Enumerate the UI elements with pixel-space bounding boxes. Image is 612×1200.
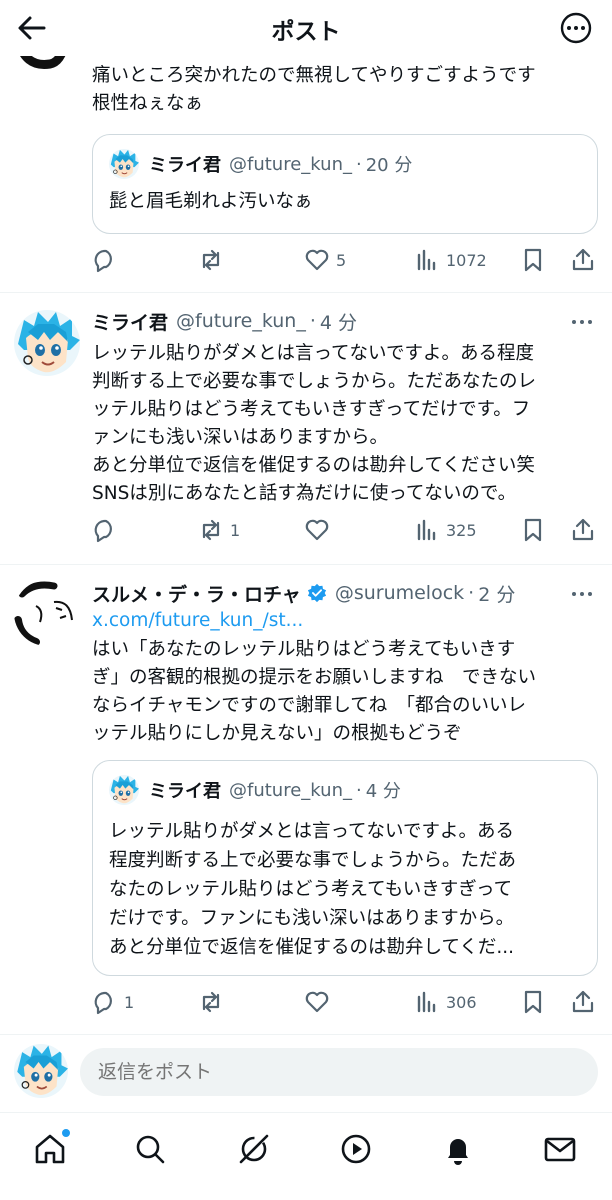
quote-timestamp: 4 分 bbox=[365, 781, 401, 802]
reply-icon bbox=[94, 519, 112, 543]
divider bbox=[0, 1034, 612, 1035]
bookmark-button[interactable] bbox=[520, 514, 546, 546]
quote-text: レッテル貼りがダメとは言ってないですよ。ある 程度判断する上で必要な事でしょうか… bbox=[109, 821, 517, 958]
mail-icon bbox=[544, 1137, 576, 1162]
tweet-text: 痛いところ突かれたので無視してやりすごすようです 根性ねぇなぁ bbox=[92, 65, 536, 114]
avatar bbox=[14, 1044, 68, 1098]
bottom-tab-bar bbox=[0, 1112, 612, 1200]
play-icon bbox=[341, 1134, 371, 1164]
tweet-menu-icon[interactable] bbox=[568, 584, 596, 604]
author-handle[interactable]: @future_kun_ bbox=[176, 310, 306, 332]
reply-composer bbox=[0, 1042, 612, 1104]
share-icon bbox=[572, 518, 594, 541]
separator-dot: · bbox=[355, 153, 362, 175]
reply-button[interactable] bbox=[92, 514, 124, 546]
search-icon bbox=[136, 1135, 165, 1164]
share-button[interactable] bbox=[570, 244, 596, 276]
share-button[interactable] bbox=[570, 986, 596, 1018]
home-tab[interactable] bbox=[32, 1129, 72, 1171]
search-tab[interactable] bbox=[132, 1131, 172, 1171]
views-button[interactable]: 325 bbox=[414, 514, 477, 546]
retweet-icon bbox=[202, 519, 220, 541]
reply-button[interactable]: 1 bbox=[92, 986, 134, 1018]
retweet-button[interactable] bbox=[198, 244, 230, 276]
grok-tab[interactable] bbox=[236, 1131, 276, 1171]
author-name[interactable]: ミライ君 bbox=[92, 308, 168, 335]
quote-author-handle: @future_kun_ bbox=[229, 779, 352, 801]
share-icon bbox=[572, 990, 594, 1013]
notifications-tab[interactable] bbox=[440, 1131, 480, 1171]
quoted-tweet[interactable]: ミライ君 @future_kun_ · 4 分 レッテル貼りがダメとは言ってない… bbox=[92, 760, 598, 976]
heart-icon bbox=[305, 519, 329, 541]
bookmark-button[interactable] bbox=[520, 244, 546, 276]
like-button[interactable]: 5 bbox=[304, 244, 346, 276]
unread-dot bbox=[62, 1129, 70, 1137]
tweet-actions: 5 1072 bbox=[92, 244, 602, 276]
views-chart-icon bbox=[417, 519, 436, 541]
tweet-actions: 1 306 bbox=[92, 986, 602, 1018]
page-title: ポスト bbox=[271, 19, 341, 45]
verified-badge-icon bbox=[307, 583, 327, 603]
divider bbox=[0, 564, 612, 565]
retweet-button[interactable] bbox=[198, 986, 230, 1018]
timestamp: 2 分 bbox=[478, 583, 516, 606]
views-chart-icon bbox=[417, 249, 436, 271]
like-button[interactable] bbox=[304, 986, 336, 1018]
tweet-menu-icon[interactable] bbox=[568, 312, 596, 332]
heart-icon bbox=[305, 991, 329, 1013]
tweet-link[interactable]: x.com/future_kun_/st... bbox=[92, 610, 303, 631]
home-icon bbox=[35, 1134, 65, 1164]
bookmark-icon bbox=[524, 248, 542, 272]
tweet-author-row: スルメ・デ・ラ・ロチャ @surumelock · 2 分 bbox=[92, 578, 515, 608]
retweet-button[interactable]: 1 bbox=[198, 514, 240, 546]
messages-tab[interactable] bbox=[542, 1131, 582, 1171]
retweet-icon bbox=[202, 991, 220, 1013]
top-nav-bar: ポスト bbox=[0, 0, 612, 56]
tweet-text: はい「あなたのレッテル貼りはどう考えてもいきす ぎ」の客観的根拠の提示をお願いし… bbox=[92, 639, 537, 744]
quote-author-name: ミライ君 bbox=[149, 781, 221, 802]
tweet-text: レッテル貼りがダメとは言ってないですよ。ある程度 判断する上で必要な事でしょうか… bbox=[92, 343, 537, 504]
heart-icon bbox=[305, 249, 329, 271]
avatar[interactable] bbox=[14, 310, 80, 376]
bookmark-button[interactable] bbox=[520, 986, 546, 1018]
tweet-author-row: ミライ君 @future_kun_ · 4 分 bbox=[92, 306, 357, 336]
video-tab[interactable] bbox=[338, 1131, 378, 1171]
share-button[interactable] bbox=[570, 514, 596, 546]
author-handle[interactable]: @surumelock bbox=[335, 582, 464, 604]
quoted-tweet[interactable]: ミライ君 @future_kun_ · 20 分 髭と眉毛剃れよ汚いなぁ bbox=[92, 134, 598, 234]
bell-icon bbox=[448, 1139, 468, 1165]
reply-button[interactable] bbox=[92, 244, 124, 276]
quote-text: 髭と眉毛剃れよ汚いなぁ bbox=[109, 191, 313, 212]
retweet-icon bbox=[202, 249, 220, 271]
avatar bbox=[109, 149, 139, 179]
grok-icon bbox=[239, 1134, 269, 1164]
reply-icon bbox=[94, 991, 112, 1015]
reply-icon bbox=[94, 249, 112, 273]
share-icon bbox=[572, 248, 594, 271]
quote-author-name: ミライ君 bbox=[149, 155, 221, 176]
reply-input[interactable] bbox=[80, 1048, 598, 1096]
views-chart-icon bbox=[417, 991, 436, 1013]
views-button[interactable]: 306 bbox=[414, 986, 477, 1018]
more-options-icon[interactable] bbox=[558, 10, 594, 46]
avatar bbox=[109, 775, 139, 805]
views-button[interactable]: 1072 bbox=[414, 244, 487, 276]
separator-dot: · bbox=[309, 310, 316, 332]
like-button[interactable] bbox=[304, 514, 336, 546]
separator-dot: · bbox=[355, 779, 362, 801]
bookmark-icon bbox=[524, 518, 542, 542]
tweet-actions: 1 325 bbox=[92, 514, 602, 546]
quote-timestamp: 20 分 bbox=[365, 155, 413, 176]
bookmark-icon bbox=[524, 990, 542, 1014]
quote-author-handle: @future_kun_ bbox=[229, 153, 352, 175]
separator-dot: · bbox=[468, 582, 475, 604]
avatar[interactable] bbox=[14, 580, 80, 646]
timestamp: 4 分 bbox=[319, 311, 358, 334]
divider bbox=[0, 292, 612, 293]
author-name[interactable]: スルメ・デ・ラ・ロチャ bbox=[92, 580, 301, 607]
